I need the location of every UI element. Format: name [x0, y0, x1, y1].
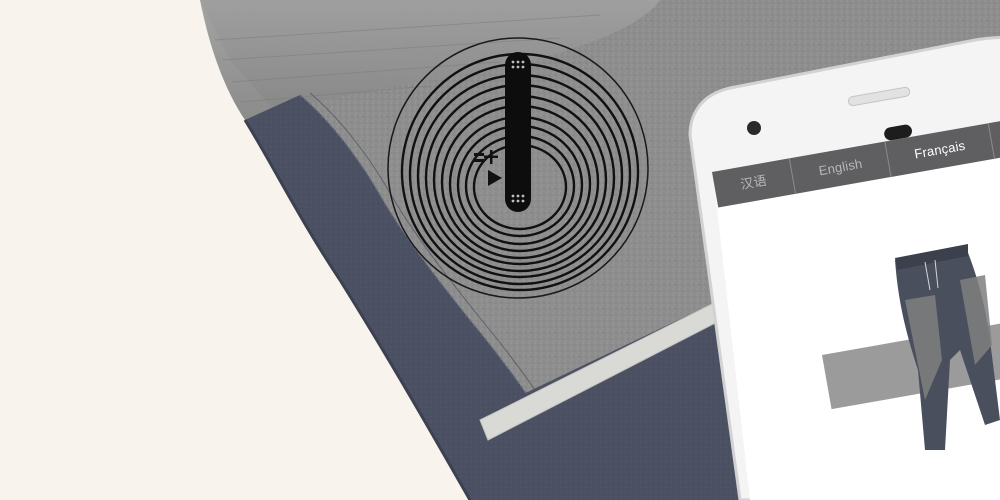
- front-camera-icon: [747, 121, 761, 135]
- smartphone: [688, 36, 1000, 500]
- product-scene: [200, 0, 1000, 500]
